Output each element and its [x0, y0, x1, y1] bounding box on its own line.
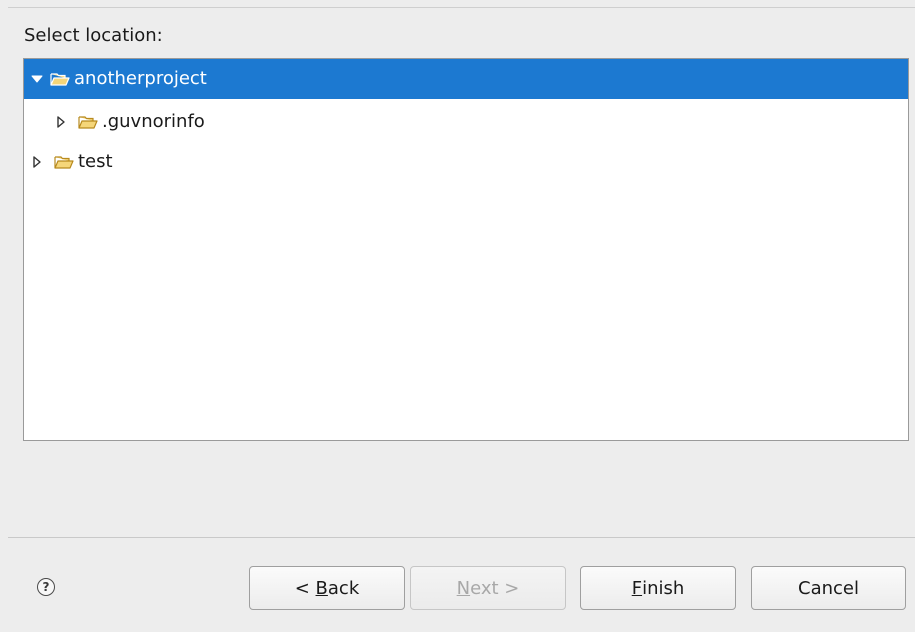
cancel-button[interactable]: Cancel — [751, 566, 906, 610]
location-tree[interactable]: anotherproject .guvnorinfo test — [23, 58, 909, 441]
back-button-prefix: < — [294, 577, 316, 599]
open-folder-icon — [78, 114, 98, 130]
tree-item-guvnorinfo[interactable]: .guvnorinfo — [24, 102, 908, 142]
back-button-suffix: ack — [327, 577, 360, 599]
expanded-arrow-icon[interactable] — [30, 72, 44, 86]
back-button[interactable]: < Back — [249, 566, 405, 610]
help-glyph: ? — [42, 580, 50, 594]
next-button-suffix: ext > — [470, 577, 520, 599]
cancel-button-label: Cancel — [798, 577, 859, 599]
collapsed-arrow-icon[interactable] — [30, 155, 44, 169]
button-bar-separator — [8, 537, 915, 538]
finish-button-suffix: inish — [642, 577, 685, 599]
open-folder-icon — [50, 71, 70, 87]
tree-item-anotherproject[interactable]: anotherproject — [24, 59, 908, 99]
finish-button-mnemonic: F — [631, 577, 643, 599]
top-separator — [8, 7, 915, 8]
tree-item-label: test — [78, 151, 113, 172]
back-button-mnemonic: B — [315, 577, 328, 599]
next-button-mnemonic: N — [456, 577, 471, 599]
finish-button[interactable]: Finish — [580, 566, 736, 610]
open-folder-icon — [54, 154, 74, 170]
collapsed-arrow-icon[interactable] — [54, 115, 68, 129]
tree-item-label: .guvnorinfo — [102, 111, 205, 132]
next-button[interactable]: Next > — [410, 566, 566, 610]
help-icon[interactable]: ? — [37, 578, 55, 596]
tree-item-label: anotherproject — [74, 68, 207, 89]
tree-item-test[interactable]: test — [24, 142, 908, 182]
select-location-label: Select location: — [24, 25, 163, 46]
